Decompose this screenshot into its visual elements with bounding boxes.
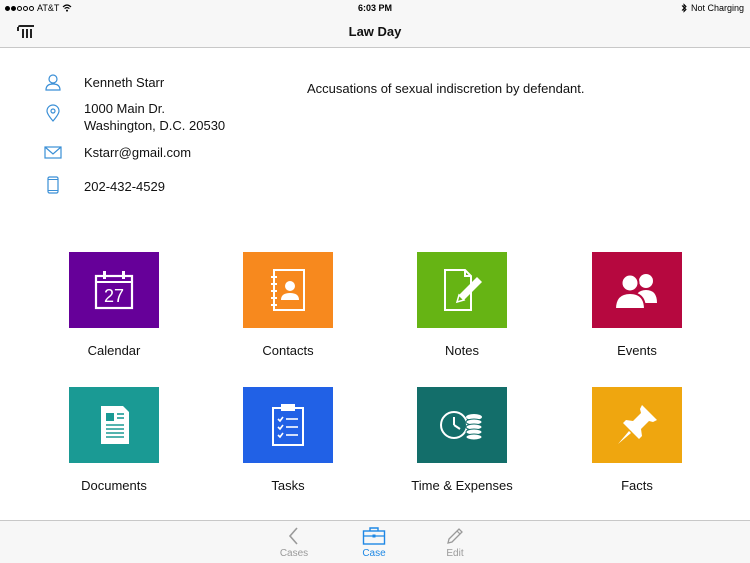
tile-tasks-box[interactable]: [243, 387, 333, 463]
tile-facts-box[interactable]: [592, 387, 682, 463]
tile-facts-label: Facts: [621, 478, 653, 493]
calendar-icon: 27: [94, 271, 134, 310]
tile-time-expenses-label: Time & Expenses: [411, 478, 513, 493]
tab-cases-label: Cases: [279, 548, 309, 559]
contact-email-row: Kstarr@gmail.com: [44, 143, 191, 161]
phone-icon: [47, 176, 59, 194]
tile-contacts-box[interactable]: [243, 252, 333, 328]
chevron-left-icon: [288, 527, 298, 545]
contact-address: 1000 Main Dr. Washington, D.C. 20530: [84, 100, 225, 134]
address-line-1: 1000 Main Dr.: [84, 101, 165, 116]
contact-name-row: Kenneth Starr: [44, 73, 164, 91]
location-pin-icon: [46, 104, 60, 122]
contact-phone[interactable]: 202-432-4529: [84, 178, 165, 195]
tile-calendar-box[interactable]: 27: [69, 252, 159, 328]
case-description: Accusations of sexual indiscretion by de…: [307, 81, 585, 96]
status-right: Not Charging: [681, 3, 744, 13]
clock-coins-icon: [440, 411, 483, 441]
envelope-icon: [44, 146, 62, 159]
battery-status-label: Not Charging: [690, 3, 744, 13]
contact-phone-row: 202-432-4529: [44, 176, 165, 194]
pencil-icon: [447, 528, 463, 544]
clock-label: 6:03 PM: [357, 3, 392, 13]
page-title: Law Day: [348, 24, 402, 39]
contact-email[interactable]: Kstarr@gmail.com: [84, 144, 191, 161]
tile-calendar-label: Calendar: [87, 343, 141, 358]
calendar-day: 27: [104, 286, 124, 306]
contact-name: Kenneth Starr: [84, 75, 165, 90]
tile-tasks-label: Tasks: [271, 478, 305, 493]
navigation-bar: Law Day: [0, 16, 750, 48]
clipboard-icon: [272, 404, 304, 446]
person-icon: [45, 74, 61, 91]
tile-time-expenses-box[interactable]: [417, 387, 507, 463]
tab-edit[interactable]: Edit: [425, 526, 485, 559]
tab-case[interactable]: Case: [344, 526, 404, 559]
tab-bar: Cases Case Edit: [0, 520, 750, 563]
pushpin-icon: [618, 405, 657, 444]
document-icon: [101, 406, 129, 444]
address-line-2: Washington, D.C. 20530: [84, 118, 226, 133]
tile-documents-label: Documents: [81, 478, 147, 493]
tab-edit-label: Edit: [446, 548, 464, 559]
tile-events-label: Events: [617, 343, 657, 358]
address-book-icon: [271, 269, 305, 311]
tile-documents-box[interactable]: [69, 387, 159, 463]
note-pencil-icon: [444, 269, 482, 311]
bluetooth-icon: [681, 3, 687, 13]
tab-case-label: Case: [362, 548, 386, 559]
status-bar: AT&T 6:03 PM Not Charging: [0, 0, 750, 16]
tile-events-box[interactable]: [592, 252, 682, 328]
briefcase-icon: [362, 527, 386, 545]
tile-contacts-label: Contacts: [262, 343, 314, 358]
contact-address-row: 1000 Main Dr. Washington, D.C. 20530: [44, 101, 225, 133]
people-icon: [613, 273, 657, 310]
tile-notes-label: Notes: [445, 343, 479, 358]
tab-cases[interactable]: Cases: [264, 526, 324, 559]
tile-notes-box[interactable]: [417, 252, 507, 328]
